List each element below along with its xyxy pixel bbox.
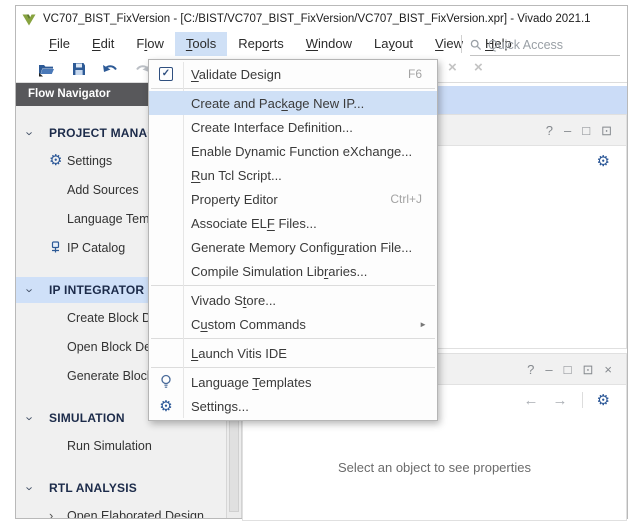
menu-item-label: Generate Memory Configuration File... [191,240,412,255]
forward-arrow-icon[interactable]: → [553,392,568,409]
sidebar-item-run-simulation[interactable]: Run Simulation [16,431,226,460]
menu-item-validate-design[interactable]: ✓ Validate Design F6 [149,62,437,86]
menu-separator [151,285,435,286]
menu-item-launch-vitis-ide[interactable]: Launch Vitis IDE [149,341,437,365]
menu-item-create-interface-definition[interactable]: Create Interface Definition... [149,115,437,139]
sidebar-item-label: IP Catalog [67,241,125,255]
menu-item-enable-dynamic-function-exchange[interactable]: Enable Dynamic Function eXchange... [149,139,437,163]
menu-item-label: Enable Dynamic Function eXchange... [191,144,412,159]
menubar-item-view[interactable]: View [424,32,474,56]
undo-icon[interactable] [102,61,119,77]
chevron-down-icon[interactable]: › [16,126,49,141]
menu-item-shortcut: Ctrl+J [390,192,437,206]
gear-icon: ⚙ [149,399,183,414]
title-bar: VC707_BIST_FixVersion - [C:/BIST/VC707_B… [16,6,627,32]
search-icon [470,39,482,51]
menu-item-label: Launch Vitis IDE [191,346,287,361]
sidebar-item-label: Run Simulation [67,439,152,453]
menu-item-compile-simulation-libraries[interactable]: Compile Simulation Libraries... [149,259,437,283]
menu-item-label: Run Tcl Script... [191,168,282,183]
menu-item-create-and-package-new-ip[interactable]: Create and Package New IP... [149,91,437,115]
menu-item-run-tcl-script[interactable]: Run Tcl Script... [149,163,437,187]
gear-icon: ⚙ [49,153,67,168]
menu-item-label: Associate ELF Files... [191,216,317,231]
menubar-item-edit[interactable]: Edit [81,32,125,56]
menu-item-label: Language Templates [191,375,311,390]
section-label: IP INTEGRATOR [49,283,144,297]
menu-item-label: Custom Commands [191,317,306,332]
ip-catalog-icon [49,241,67,254]
menubar-item-layout[interactable]: Layout [363,32,424,56]
quick-access-box[interactable] [470,34,620,56]
lightbulb-icon [149,374,183,390]
submenu-arrow-icon: ► [419,320,437,329]
close-all-disabled-icon: × [474,59,483,76]
panel-float-icon[interactable]: ⊡ [601,124,612,137]
menu-item-settings[interactable]: ⚙ Settings... [149,394,437,418]
menu-item-label: Settings... [191,399,249,414]
panel-maximize-icon[interactable]: □ [582,124,590,137]
menubar-item-reports[interactable]: Reports [227,32,295,56]
sidebar-section-rtl-analysis[interactable]: ›RTL ANALYSIS [16,475,226,501]
menu-item-custom-commands[interactable]: Custom Commands ► [149,312,437,336]
properties-panel-content: Select an object to see properties [243,415,626,520]
panel-float-icon[interactable]: ⊡ [583,363,594,376]
panel-help-icon[interactable]: ? [546,124,553,137]
menubar-items: FileEditFlowToolsReportsWindowLayoutView… [38,32,523,56]
menu-separator [151,367,435,368]
section-label: SIMULATION [49,411,125,425]
close-disabled-icon: × [448,59,457,76]
menu-item-label: Create Interface Definition... [191,120,353,135]
panel-help-icon[interactable]: ? [527,363,534,376]
toolbar-divider [582,392,583,408]
chevron-right-icon: › [49,508,67,518]
menu-item-vivado-store[interactable]: Vivado Store... [149,288,437,312]
panel-minimize-icon[interactable]: – [564,124,571,137]
properties-placeholder-text: Select an object to see properties [338,460,531,475]
panel-close-icon[interactable]: × [604,363,612,376]
window-title: VC707_BIST_FixVersion - [C:/BIST/VC707_B… [43,13,591,25]
quick-access-input[interactable] [486,37,610,53]
menubar-item-file[interactable]: File [38,32,81,56]
menu-item-label: Create and Package New IP... [191,96,364,111]
validate-checkbox-icon: ✓ [149,67,183,81]
panel-maximize-icon[interactable]: □ [564,363,572,376]
bottom-panel-window-icons: ?–□ ⊡ × [527,363,612,376]
save-icon[interactable] [70,61,87,77]
tools-menu-list: ✓ Validate Design F6 Create and Package New… [149,62,437,418]
gear-icon[interactable]: ⚙ [597,154,610,169]
menubar-item-flow[interactable]: Flow [125,32,174,56]
menu-item-language-templates[interactable]: Language Templates [149,370,437,394]
chevron-down-icon[interactable]: › [16,283,49,298]
sidebar-item-label: Open Elaborated Design [67,509,204,519]
menu-separator [151,88,435,89]
menu-item-property-editor[interactable]: Property Editor Ctrl+J [149,187,437,211]
menu-item-associate-elf-files[interactable]: Associate ELF Files... [149,211,437,235]
open-project-icon[interactable] [38,61,55,77]
menu-item-label: Vivado Store... [191,293,276,308]
menubar-item-tools[interactable]: Tools [175,32,227,56]
menu-separator [151,338,435,339]
sidebar-item-label: Add Sources [67,183,139,197]
tools-dropdown-menu: ✓ Validate Design F6 Create and Package New… [148,59,438,421]
menubar-item-window[interactable]: Window [295,32,363,56]
menu-item-shortcut: F6 [408,67,437,81]
screen: VC707_BIST_FixVersion - [C:/BIST/VC707_B… [0,0,636,531]
panel-minimize-icon[interactable]: – [545,363,552,376]
vivado-logo-icon [21,12,37,27]
menu-item-generate-memory-configuration-file[interactable]: Generate Memory Configuration File... [149,235,437,259]
sidebar-item-label: Settings [67,154,112,168]
sidebar-item-open-elaborated-design[interactable]: ›Open Elaborated Design [16,501,226,518]
gear-icon[interactable]: ⚙ [597,393,610,408]
chevron-down-icon[interactable]: › [16,411,49,426]
menubar-divider [461,35,462,53]
chevron-down-icon[interactable]: › [16,481,49,496]
menu-item-label: Validate Design [191,67,281,82]
menu-item-label: Compile Simulation Libraries... [191,264,367,279]
top-panel-window-icons: ?–□ ⊡ [546,124,612,137]
section-label: RTL ANALYSIS [49,481,137,495]
menu-item-label: Property Editor [191,192,278,207]
back-arrow-icon[interactable]: ← [524,392,539,409]
